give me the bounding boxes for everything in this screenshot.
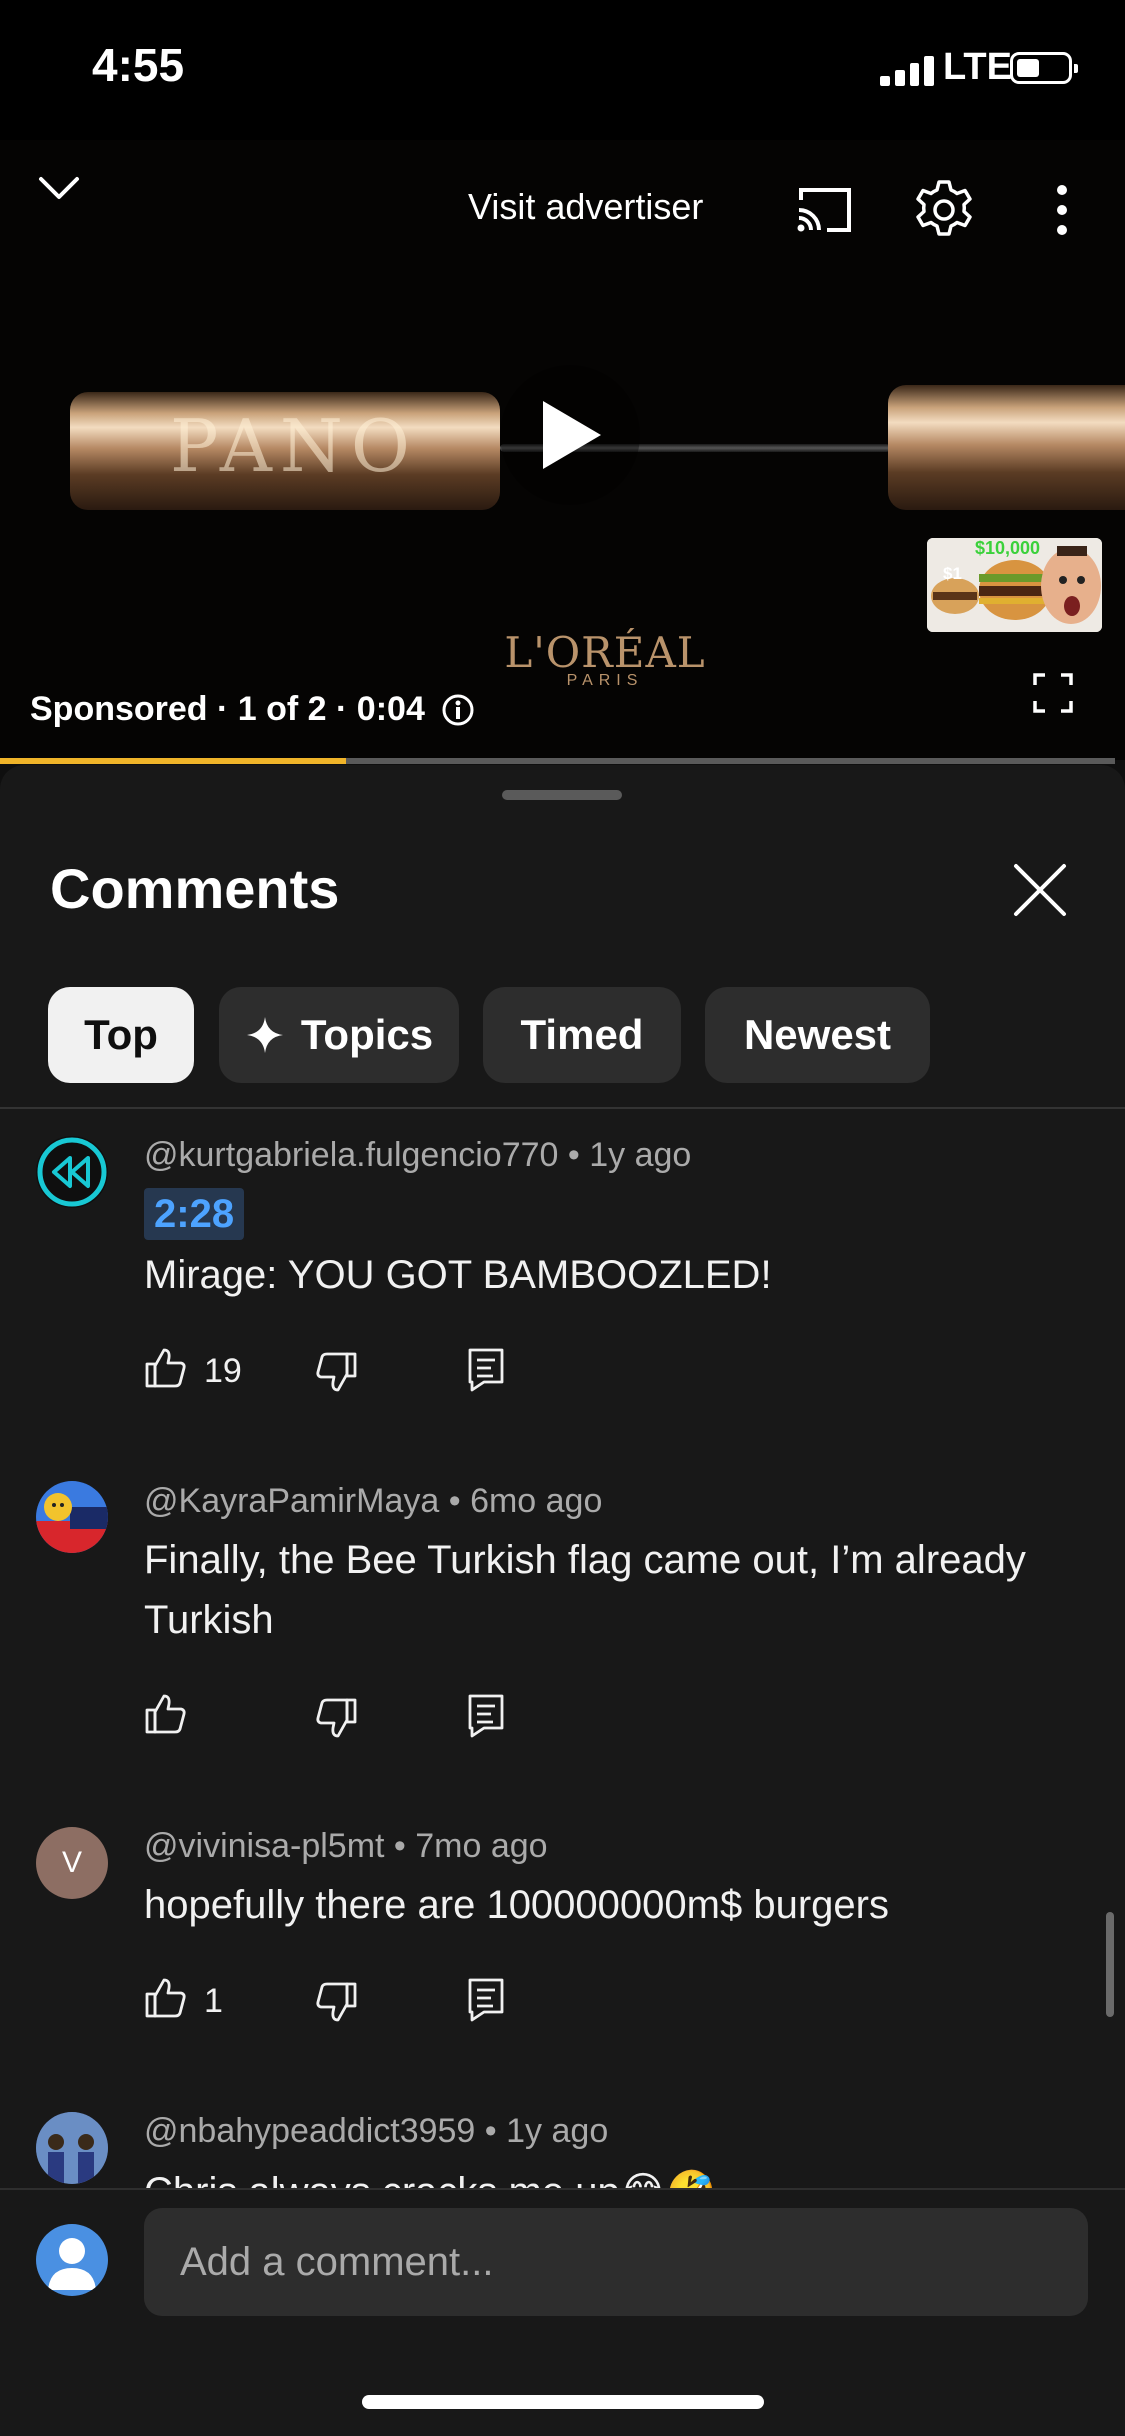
- user-avatar-icon: [36, 2224, 108, 2296]
- chip-newest[interactable]: Newest: [705, 987, 930, 1083]
- info-icon[interactable]: [441, 693, 475, 727]
- reply-icon[interactable]: [464, 1692, 508, 1745]
- drag-handle[interactable]: [502, 790, 622, 800]
- reply-icon[interactable]: [464, 1976, 508, 2029]
- ad-info: Sponsored · 1 of 2 · 0:04: [30, 690, 475, 729]
- more-options-icon[interactable]: [1054, 184, 1070, 241]
- comment-meta: @vivinisa-pl5mt • 7mo ago: [144, 1827, 548, 1865]
- product-image: PANO: [70, 392, 500, 510]
- like-icon[interactable]: [144, 1692, 188, 1741]
- visit-advertiser-button[interactable]: Visit advertiser: [468, 186, 703, 228]
- chip-topics-label: Topics: [300, 1011, 434, 1058]
- dislike-icon[interactable]: [314, 1350, 358, 1399]
- avatar[interactable]: [36, 2112, 108, 2184]
- battery-icon: [1010, 52, 1078, 84]
- brand-logo: L'ORÉAL: [504, 628, 706, 677]
- chip-timed[interactable]: Timed: [483, 987, 681, 1083]
- settings-gear-icon[interactable]: [912, 178, 976, 247]
- comment-meta: @kurtgabriela.fulgencio770 • 1y ago: [144, 1136, 692, 1174]
- ad-progress-bar[interactable]: [0, 758, 1115, 764]
- status-time: 4:55: [92, 39, 185, 91]
- thumb-price-small: $1: [943, 564, 962, 583]
- chip-topics[interactable]: Topics: [219, 987, 459, 1083]
- comment-author[interactable]: @nbahypeaddict3959: [144, 2112, 475, 2150]
- comment-text: Finally, the Bee Turkish flag came out, …: [144, 1538, 1026, 1642]
- comment-author[interactable]: @KayraPamirMaya: [144, 1482, 439, 1520]
- scrollbar[interactable]: [1106, 1912, 1114, 2017]
- comment-meta: @nbahypeaddict3959 • 1y ago: [144, 2112, 609, 2150]
- dislike-icon[interactable]: [314, 1980, 358, 2029]
- comment-meta: @KayraPamirMaya • 6mo ago: [144, 1482, 603, 1520]
- ad-info-text: Sponsored · 1 of 2 · 0:04: [30, 690, 425, 728]
- product-cap-image: [888, 385, 1125, 510]
- comments-title: Comments: [50, 857, 340, 920]
- network-label: LTE: [943, 46, 1012, 88]
- timestamp-link[interactable]: 2:28: [144, 1188, 245, 1240]
- comment-age: 7mo ago: [415, 1827, 548, 1865]
- avatar[interactable]: V: [36, 1827, 108, 1899]
- up-next-thumbnail[interactable]: $10,000 $1: [927, 538, 1102, 632]
- comment-text: Mirage: YOU GOT BAMBOOZLED!: [144, 1253, 772, 1297]
- comment-age: 1y ago: [589, 1136, 692, 1174]
- like-count: 1: [204, 1982, 223, 2020]
- comment-age: 1y ago: [506, 2112, 609, 2150]
- cast-icon[interactable]: [793, 184, 855, 241]
- comment-actions: [144, 1692, 544, 1752]
- signal-icon: [880, 52, 934, 86]
- reply-icon[interactable]: [464, 1346, 508, 1399]
- collapse-chevron-icon[interactable]: [38, 175, 80, 206]
- like-icon[interactable]: [144, 1976, 188, 2025]
- comment-author[interactable]: @vivinisa-pl5mt: [144, 1827, 384, 1865]
- chip-top[interactable]: Top: [48, 987, 194, 1083]
- comment-actions: 1: [144, 1976, 544, 2036]
- dislike-icon[interactable]: [314, 1696, 358, 1745]
- comment-age: 6mo ago: [470, 1482, 603, 1520]
- avatar[interactable]: [36, 1136, 108, 1208]
- comment-text: hopefully there are 100000000m$ burgers: [144, 1883, 889, 1927]
- fullscreen-icon[interactable]: [1033, 673, 1073, 718]
- comment-author[interactable]: @kurtgabriela.fulgencio770: [144, 1136, 558, 1174]
- comment-actions: 19: [144, 1346, 544, 1406]
- avatar[interactable]: [36, 1481, 108, 1553]
- home-indicator: [362, 2395, 764, 2409]
- brand-logo-sub: PARIS: [566, 672, 644, 689]
- sparkle-icon: [246, 1017, 283, 1053]
- close-icon[interactable]: [1012, 862, 1068, 923]
- thumb-price-big: $10,000: [975, 538, 1041, 558]
- like-icon[interactable]: [144, 1346, 188, 1395]
- add-comment-input[interactable]: [144, 2208, 1088, 2316]
- play-button[interactable]: [500, 365, 640, 505]
- divider: [0, 1107, 1125, 1109]
- like-count: 19: [204, 1352, 242, 1390]
